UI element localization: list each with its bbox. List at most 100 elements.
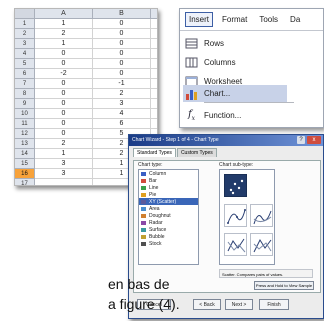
table-cell[interactable]: 3 <box>35 159 93 169</box>
row-header[interactable]: 2 <box>15 29 35 39</box>
chart-type-item[interactable]: Area <box>139 205 198 212</box>
table-cell[interactable]: 2 <box>35 29 93 39</box>
chart-type-item[interactable]: Bar <box>139 177 198 184</box>
table-cell[interactable]: 0 <box>35 119 93 129</box>
columns-icon <box>183 55 200 70</box>
table-cell[interactable]: 0 <box>93 59 151 69</box>
table-cell[interactable]: 0 <box>35 129 93 139</box>
table-cell[interactable]: 2 <box>93 89 151 99</box>
menu-tools[interactable]: Tools <box>256 13 281 26</box>
table-cell[interactable]: 0 <box>93 39 151 49</box>
table-cell[interactable]: 0 <box>93 19 151 29</box>
chart-type-item[interactable]: Line <box>139 184 198 191</box>
table-cell[interactable] <box>151 49 157 59</box>
table-cell[interactable]: 0 <box>93 49 151 59</box>
table-cell[interactable]: 0 <box>35 89 93 99</box>
subtype-scatter[interactable] <box>224 174 247 197</box>
table-cell[interactable] <box>151 89 157 99</box>
caption-line-2: a figure (4). <box>108 296 180 312</box>
table-cell[interactable]: 0 <box>35 59 93 69</box>
menu-item-columns[interactable]: Columns <box>183 54 236 71</box>
chart-type-item[interactable]: Radar <box>139 219 198 226</box>
row-header[interactable]: 6 <box>15 69 35 79</box>
row-header[interactable]: 4 <box>15 49 35 59</box>
table-cell[interactable]: 0 <box>35 109 93 119</box>
subtype-lines[interactable] <box>250 233 273 256</box>
table-cell[interactable]: 0 <box>93 69 151 79</box>
row-header[interactable]: 12 <box>15 129 35 139</box>
subtype-smooth[interactable] <box>250 204 273 227</box>
chart-type-item[interactable]: Stock <box>139 240 198 247</box>
row-header[interactable]: 10 <box>15 109 35 119</box>
table-cell[interactable] <box>151 99 157 109</box>
chart-type-icon <box>141 171 146 176</box>
row-header[interactable]: 1 <box>15 19 35 29</box>
table-cell[interactable] <box>35 179 93 185</box>
row-header[interactable]: 17 <box>15 179 35 185</box>
chart-type-label: Radar <box>149 219 163 226</box>
table-cell[interactable] <box>151 109 157 119</box>
menu-format[interactable]: Format <box>219 13 250 26</box>
tab-custom-types[interactable]: Custom Types <box>176 148 217 157</box>
menu-item-chart[interactable]: Chart... <box>183 85 287 102</box>
subtype-smooth-markers[interactable] <box>224 204 247 227</box>
chart-type-item[interactable]: Bubble <box>139 233 198 240</box>
row-header[interactable]: 16 <box>15 169 35 179</box>
menu-item-rows[interactable]: Rows <box>183 35 224 52</box>
chart-type-item[interactable]: Doughnut <box>139 212 198 219</box>
chart-type-list[interactable]: Column Bar Line Pie XY (Scatter) Area Doughnut… <box>138 169 199 265</box>
table-cell[interactable]: 1 <box>35 149 93 159</box>
table-cell[interactable]: 3 <box>35 169 93 179</box>
table-cell[interactable]: 0 <box>35 49 93 59</box>
table-cell[interactable]: 0 <box>93 29 151 39</box>
row-header[interactable]: 5 <box>15 59 35 69</box>
table-cell[interactable]: 0 <box>35 79 93 89</box>
menu-item-label: Rows <box>204 39 225 48</box>
table-cell[interactable]: 1 <box>35 39 93 49</box>
table-cell[interactable]: 2 <box>35 139 93 149</box>
menu-item-function[interactable]: fx Function... <box>183 107 241 124</box>
chart-type-item[interactable]: Pie <box>139 191 198 198</box>
chart-type-item[interactable]: Column <box>139 170 198 177</box>
table-cell[interactable] <box>151 39 157 49</box>
chart-type-item[interactable]: Surface <box>139 226 198 233</box>
table-cell[interactable]: 0 <box>35 99 93 109</box>
chart-icon <box>183 86 200 101</box>
row-header[interactable]: 9 <box>15 99 35 109</box>
column-header-a[interactable]: A <box>35 9 93 19</box>
table-cell[interactable] <box>151 69 157 79</box>
table-cell[interactable]: -1 <box>93 79 151 89</box>
table-cell[interactable]: 4 <box>93 109 151 119</box>
select-all-corner[interactable] <box>15 9 35 19</box>
preview-button[interactable]: Press and Hold to View Sample <box>254 281 314 290</box>
dialog-body: Chart type: Chart sub-type: Column Bar Lin… <box>133 160 321 293</box>
menu-data[interactable]: Da <box>287 13 303 26</box>
column-header-c[interactable] <box>151 9 157 19</box>
table-cell[interactable] <box>151 119 157 129</box>
row-header[interactable]: 15 <box>15 159 35 169</box>
subtype-lines-markers[interactable] <box>224 233 247 256</box>
menu-insert[interactable]: Insert <box>185 12 214 27</box>
row-header[interactable]: 14 <box>15 149 35 159</box>
row-header[interactable]: 11 <box>15 119 35 129</box>
column-header-b[interactable]: B <box>93 9 151 19</box>
row-header[interactable]: 13 <box>15 139 35 149</box>
table-cell[interactable] <box>151 19 157 29</box>
next-button[interactable]: Next > <box>225 299 253 310</box>
table-cell[interactable]: 1 <box>35 19 93 29</box>
chart-type-item[interactable]: XY (Scatter) <box>139 198 198 205</box>
table-cell[interactable]: 3 <box>93 99 151 109</box>
back-button[interactable]: < Back <box>193 299 221 310</box>
close-button[interactable]: x <box>307 136 321 144</box>
table-cell[interactable]: -2 <box>35 69 93 79</box>
tab-standard-types[interactable]: Standard Types <box>133 148 176 157</box>
table-cell[interactable] <box>151 79 157 89</box>
finish-button[interactable]: Finish <box>259 299 289 310</box>
row-header[interactable]: 7 <box>15 79 35 89</box>
help-button[interactable]: ? <box>297 136 305 144</box>
row-header[interactable]: 3 <box>15 39 35 49</box>
table-cell[interactable] <box>151 59 157 69</box>
row-header[interactable]: 8 <box>15 89 35 99</box>
table-cell[interactable] <box>151 29 157 39</box>
table-cell[interactable]: 6 <box>93 119 151 129</box>
